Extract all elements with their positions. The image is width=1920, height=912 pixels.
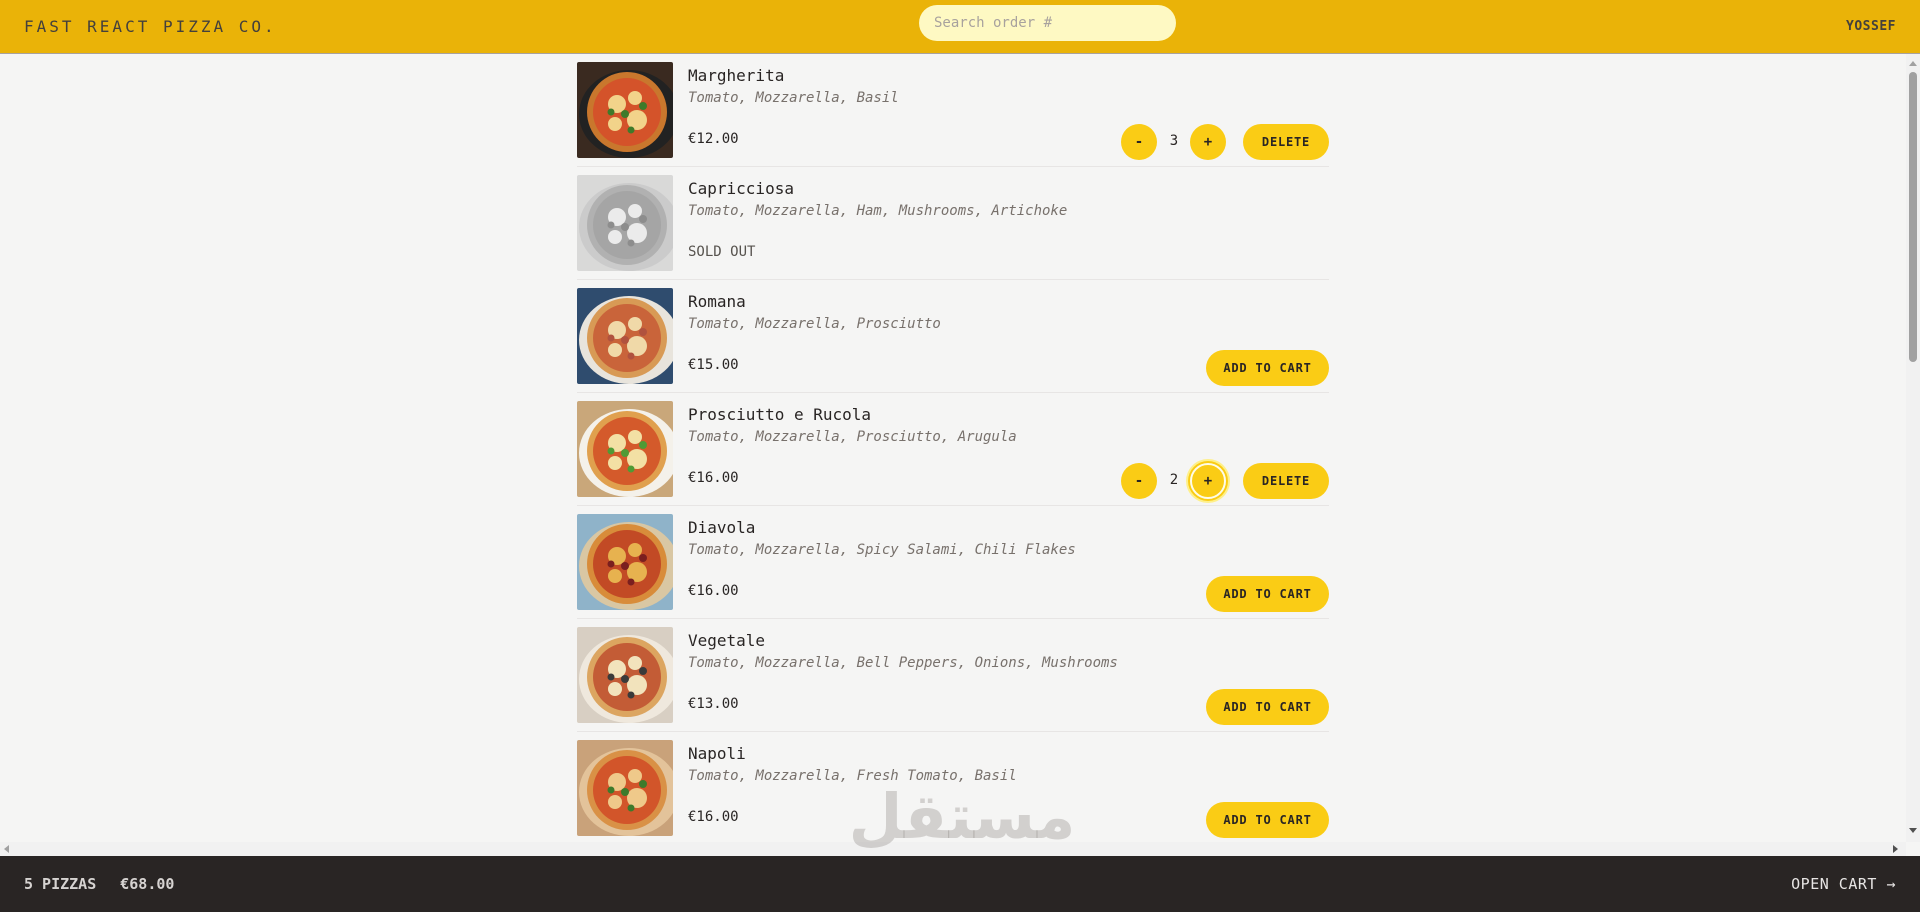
- pizza-image: [577, 627, 673, 723]
- pizza-ingredients: Tomato, Mozzarella, Fresh Tomato, Basil: [688, 768, 1017, 784]
- app-header: FAST REACT PIZZA CO. YOSSEF: [0, 0, 1920, 54]
- scroll-down-icon[interactable]: [1909, 828, 1917, 833]
- increase-quantity-button[interactable]: +: [1190, 124, 1226, 160]
- pizza-item: Capricciosa Tomato, Mozzarella, Ham, Mush…: [577, 167, 1329, 280]
- add-to-cart-button[interactable]: ADD TO CART: [1206, 350, 1329, 386]
- pizza-ingredients: Tomato, Mozzarella, Spicy Salami, Chili …: [688, 542, 1076, 558]
- pizza-price: €16.00: [688, 470, 739, 486]
- pizza-image: [577, 175, 673, 271]
- cart-total-price: €68.00: [120, 875, 175, 893]
- pizza-image: [577, 401, 673, 497]
- cart-pizza-count: 5 PIZZAS: [24, 875, 97, 893]
- menu-area: Margherita Tomato, Mozzarella, Basil €12.0…: [0, 54, 1908, 842]
- pizza-name: Romana: [688, 292, 746, 311]
- sold-out-label: SOLD OUT: [688, 244, 756, 260]
- pizza-image: [577, 740, 673, 836]
- pizza-item: Vegetale Tomato, Mozzarella, Bell Peppers…: [577, 619, 1329, 732]
- pizza-name: Capricciosa: [688, 179, 794, 198]
- delete-item-button[interactable]: DELETE: [1243, 124, 1329, 160]
- search-order-input[interactable]: [919, 5, 1176, 41]
- pizza-name: Napoli: [688, 744, 746, 763]
- pizza-ingredients: Tomato, Mozzarella, Bell Peppers, Onions…: [688, 655, 1118, 671]
- pizza-item: Prosciutto e Rucola Tomato, Mozzarella, P…: [577, 393, 1329, 506]
- pizza-image: [577, 288, 673, 384]
- pizza-ingredients: Tomato, Mozzarella, Basil: [688, 90, 899, 106]
- pizza-price: €15.00: [688, 357, 739, 373]
- pizza-ingredients: Tomato, Mozzarella, Prosciutto, Arugula: [688, 429, 1017, 445]
- item-quantity: 2: [1169, 472, 1179, 488]
- pizza-name: Margherita: [688, 66, 785, 85]
- pizza-image: [577, 62, 673, 158]
- pizza-price: €12.00: [688, 131, 739, 147]
- cart-overview: 5 PIZZAS €68.00 OPEN CART →: [0, 856, 1920, 912]
- pizza-price: €16.00: [688, 583, 739, 599]
- add-to-cart-button[interactable]: ADD TO CART: [1206, 689, 1329, 725]
- pizza-name: Vegetale: [688, 631, 766, 650]
- pizza-item: Diavola Tomato, Mozzarella, Spicy Salami,…: [577, 506, 1329, 619]
- item-quantity: 3: [1169, 133, 1179, 149]
- scroll-left-icon[interactable]: [4, 845, 9, 853]
- app-logo[interactable]: FAST REACT PIZZA CO.: [24, 17, 277, 36]
- menu-list: Margherita Tomato, Mozzarella, Basil €12.0…: [577, 54, 1329, 842]
- pizza-ingredients: Tomato, Mozzarella, Prosciutto: [688, 316, 941, 332]
- pizza-item: Romana Tomato, Mozzarella, Prosciutto €15.…: [577, 280, 1329, 393]
- pizza-name: Prosciutto e Rucola: [688, 405, 872, 424]
- add-to-cart-button[interactable]: ADD TO CART: [1206, 802, 1329, 838]
- decrease-quantity-button[interactable]: -: [1121, 463, 1157, 499]
- pizza-price: €13.00: [688, 696, 739, 712]
- pizza-image: [577, 514, 673, 610]
- delete-item-button[interactable]: DELETE: [1243, 463, 1329, 499]
- horizontal-scrollbar[interactable]: [0, 842, 1906, 856]
- scroll-right-icon[interactable]: [1893, 845, 1898, 853]
- pizza-name: Diavola: [688, 518, 756, 537]
- pizza-item: Margherita Tomato, Mozzarella, Basil €12.0…: [577, 54, 1329, 167]
- username: YOSSEF: [1846, 19, 1896, 34]
- pizza-price: €16.00: [688, 809, 739, 825]
- add-to-cart-button[interactable]: ADD TO CART: [1206, 576, 1329, 612]
- scroll-up-icon[interactable]: [1909, 61, 1917, 66]
- vertical-scrollbar[interactable]: [1906, 54, 1920, 842]
- decrease-quantity-button[interactable]: -: [1121, 124, 1157, 160]
- cart-summary: 5 PIZZAS €68.00: [24, 875, 174, 893]
- pizza-item: Napoli Tomato, Mozzarella, Fresh Tomato, …: [577, 732, 1329, 842]
- pizza-ingredients: Tomato, Mozzarella, Ham, Mushrooms, Arti…: [688, 203, 1068, 219]
- open-cart-link[interactable]: OPEN CART →: [1791, 875, 1896, 893]
- increase-quantity-button[interactable]: +: [1190, 463, 1226, 499]
- scroll-thumb[interactable]: [1909, 72, 1917, 362]
